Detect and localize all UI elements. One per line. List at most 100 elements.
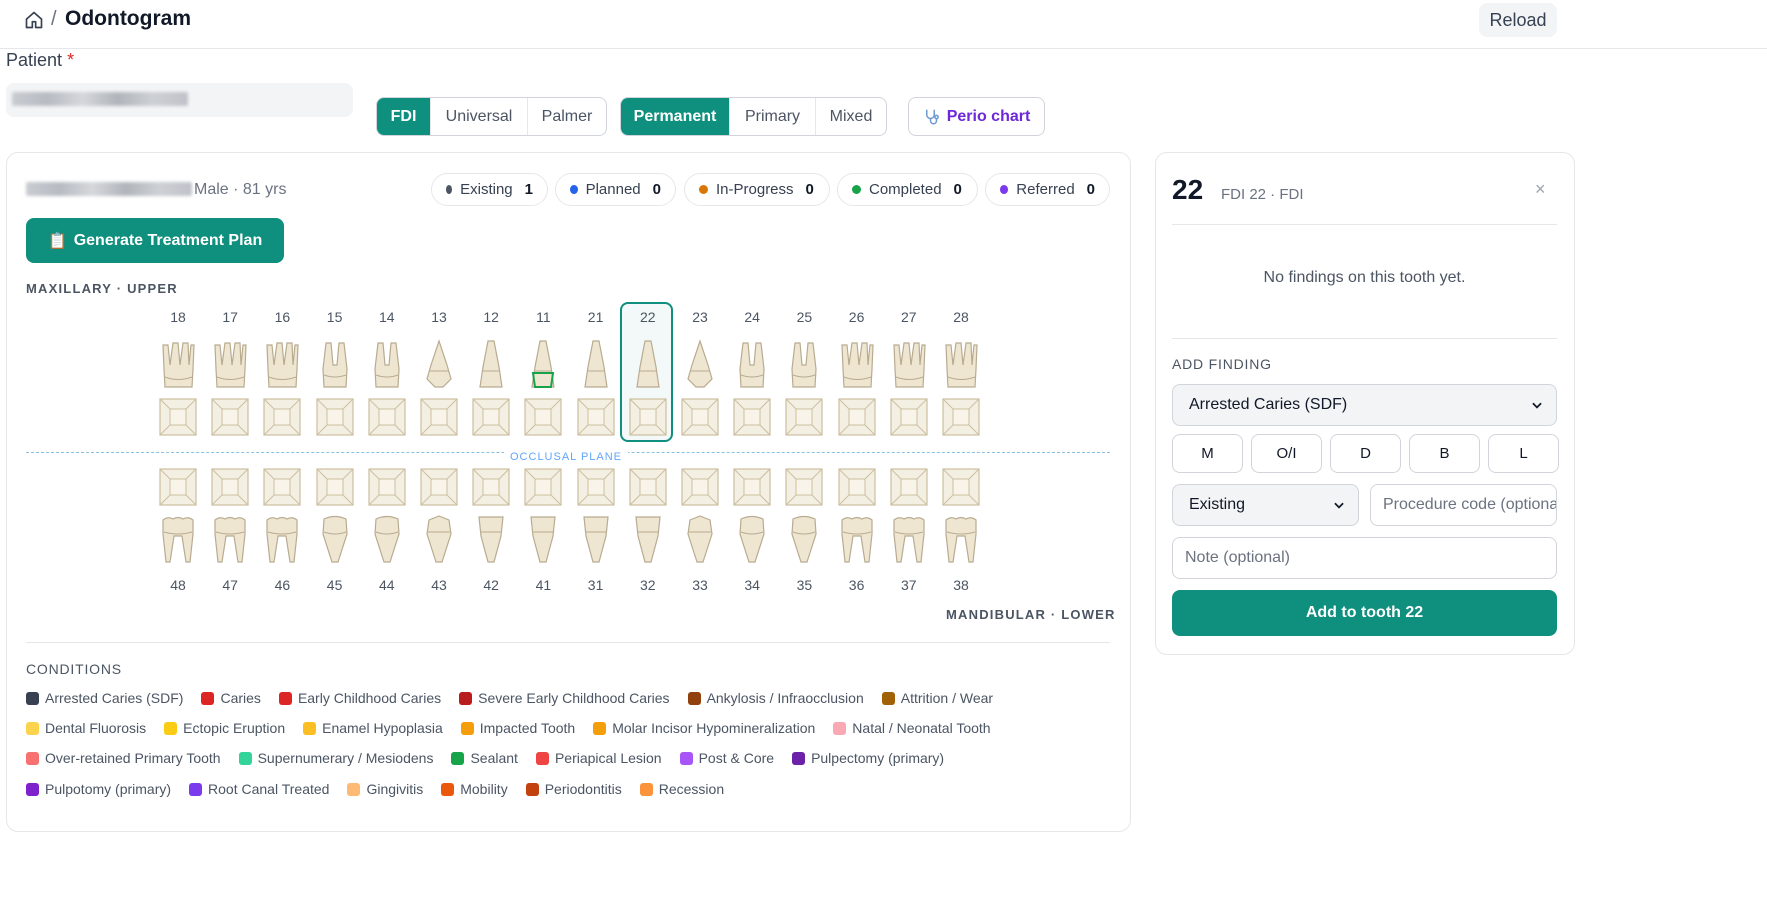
tooth-number-12[interactable]: 12	[465, 309, 517, 325]
tooth-surface-map[interactable]	[837, 398, 876, 436]
dentition-permanent[interactable]: Permanent	[621, 98, 730, 135]
tooth-surface-map[interactable]	[263, 468, 301, 506]
tooth-42-lower-incisor[interactable]	[473, 514, 509, 566]
tooth-number-26[interactable]: 26	[831, 309, 883, 325]
tooth-number-21[interactable]: 21	[570, 309, 622, 325]
tooth-surface-map[interactable]	[211, 468, 249, 506]
notation-fdi[interactable]: FDI	[377, 98, 431, 135]
tooth-surface-map[interactable]	[211, 398, 249, 436]
tooth-surface-map[interactable]	[472, 398, 510, 436]
tooth-number-48[interactable]: 48	[152, 577, 204, 593]
tooth-surface-map[interactable]	[159, 468, 197, 506]
notation-palmer[interactable]: Palmer	[528, 98, 606, 135]
tooth-38-lower-molar[interactable]	[943, 514, 979, 566]
tooth-surface-map[interactable]	[785, 398, 823, 436]
tooth-number-31[interactable]: 31	[570, 577, 622, 593]
tooth-37-lower-molar[interactable]	[891, 514, 927, 566]
status-pill-referred[interactable]: Referred 0	[985, 173, 1110, 206]
status-pill-planned[interactable]: Planned 0	[555, 173, 676, 206]
condition-item[interactable]: Attrition / Wear	[881, 690, 993, 706]
surface-button-d[interactable]: D	[1330, 434, 1401, 473]
tooth-surface-map[interactable]	[785, 468, 823, 506]
tooth-surface-map[interactable]	[890, 468, 928, 506]
tooth-surface-map[interactable]	[733, 398, 771, 436]
condition-item[interactable]: Early Childhood Caries	[278, 690, 441, 706]
notation-universal[interactable]: Universal	[431, 98, 528, 135]
generate-treatment-plan-button[interactable]: 📋 Generate Treatment Plan	[26, 218, 284, 263]
tooth-16-upper-molar[interactable]	[264, 339, 300, 391]
condition-item[interactable]: Pulpotomy (primary)	[26, 781, 171, 797]
tooth-surface-map[interactable]	[576, 468, 615, 506]
tooth-surface-map[interactable]	[576, 398, 615, 436]
tooth-26-upper-molar[interactable]	[839, 339, 875, 391]
tooth-36-lower-molar[interactable]	[839, 514, 875, 566]
add-to-tooth-button[interactable]: Add to tooth 22	[1172, 590, 1557, 636]
tooth-24-upper-premolar[interactable]	[734, 339, 770, 391]
tooth-number-45[interactable]: 45	[309, 577, 361, 593]
tooth-44-lower-premolar[interactable]	[369, 514, 405, 566]
tooth-17-upper-molar[interactable]	[212, 339, 248, 391]
condition-item[interactable]: Severe Early Childhood Caries	[459, 690, 670, 706]
tooth-48-lower-molar[interactable]	[160, 514, 196, 566]
tooth-number-13[interactable]: 13	[413, 309, 465, 325]
tooth-47-lower-molar[interactable]	[212, 514, 248, 566]
tooth-number-38[interactable]: 38	[935, 577, 987, 593]
tooth-number-11[interactable]: 11	[517, 309, 569, 325]
tooth-45-lower-premolar[interactable]	[317, 514, 353, 566]
tooth-number-46[interactable]: 46	[256, 577, 308, 593]
condition-item[interactable]: Sealant	[451, 750, 518, 766]
condition-item[interactable]: Periodontitis	[525, 781, 622, 797]
tooth-surface-map[interactable]	[159, 398, 197, 436]
tooth-43-lower-canine[interactable]	[421, 514, 457, 566]
surface-button-l[interactable]: L	[1488, 434, 1559, 473]
condition-item[interactable]: Ankylosis / Infraocclusion	[687, 690, 864, 706]
condition-item[interactable]: Ectopic Eruption	[164, 720, 285, 736]
tooth-surface-map[interactable]	[837, 468, 876, 506]
tooth-35-lower-premolar[interactable]	[786, 514, 822, 566]
status-pill-in-progress[interactable]: In-Progress 0	[684, 173, 830, 206]
tooth-number-23[interactable]: 23	[674, 309, 726, 325]
tooth-11-upper-incisor[interactable]	[525, 339, 561, 391]
tooth-31-lower-incisor[interactable]	[578, 514, 614, 566]
tooth-23-upper-canine[interactable]	[682, 339, 718, 391]
tooth-14-upper-premolar[interactable]	[369, 339, 405, 391]
tooth-number-14[interactable]: 14	[361, 309, 413, 325]
status-pill-completed[interactable]: Completed 0	[837, 173, 978, 206]
tooth-surface-map[interactable]	[629, 468, 667, 506]
condition-item[interactable]: Recession	[639, 781, 724, 797]
tooth-number-43[interactable]: 43	[413, 577, 465, 593]
condition-item[interactable]: Dental Fluorosis	[26, 720, 146, 736]
tooth-number-32[interactable]: 32	[622, 577, 674, 593]
condition-item[interactable]: Arrested Caries (SDF)	[26, 690, 183, 706]
status-select[interactable]: Existing	[1172, 484, 1359, 526]
condition-item[interactable]: Pulpectomy (primary)	[792, 750, 944, 766]
tooth-surface-map[interactable]	[629, 398, 667, 436]
tooth-surface-map[interactable]	[263, 398, 301, 436]
status-pill-existing[interactable]: Existing 1	[431, 173, 548, 206]
tooth-surface-map[interactable]	[368, 468, 406, 506]
tooth-number-28[interactable]: 28	[935, 309, 987, 325]
home-icon[interactable]	[24, 10, 44, 30]
surface-button-oi[interactable]: O/I	[1251, 434, 1322, 473]
surface-button-b[interactable]: B	[1409, 434, 1480, 473]
tooth-surface-map[interactable]	[733, 468, 771, 506]
surface-button-m[interactable]: M	[1172, 434, 1243, 473]
condition-item[interactable]: Periapical Lesion	[535, 750, 662, 766]
condition-item[interactable]: Molar Incisor Hypomineralization	[593, 720, 815, 736]
close-icon[interactable]: ×	[1535, 179, 1546, 200]
procedure-code-input[interactable]: Procedure code (optional)	[1370, 484, 1557, 526]
tooth-33-lower-canine[interactable]	[682, 514, 718, 566]
tooth-46-lower-molar[interactable]	[264, 514, 300, 566]
tooth-28-upper-molar[interactable]	[943, 339, 979, 391]
tooth-22-upper-incisor[interactable]	[630, 339, 666, 391]
condition-item[interactable]: Caries	[201, 690, 261, 706]
tooth-15-upper-premolar[interactable]	[317, 339, 353, 391]
tooth-surface-map[interactable]	[420, 468, 458, 506]
tooth-number-36[interactable]: 36	[831, 577, 883, 593]
tooth-number-35[interactable]: 35	[778, 577, 830, 593]
condition-item[interactable]: Root Canal Treated	[189, 781, 329, 797]
tooth-number-16[interactable]: 16	[256, 309, 308, 325]
reload-button[interactable]: Reload	[1479, 3, 1557, 37]
tooth-surface-map[interactable]	[315, 468, 354, 506]
tooth-surface-map[interactable]	[368, 398, 406, 436]
